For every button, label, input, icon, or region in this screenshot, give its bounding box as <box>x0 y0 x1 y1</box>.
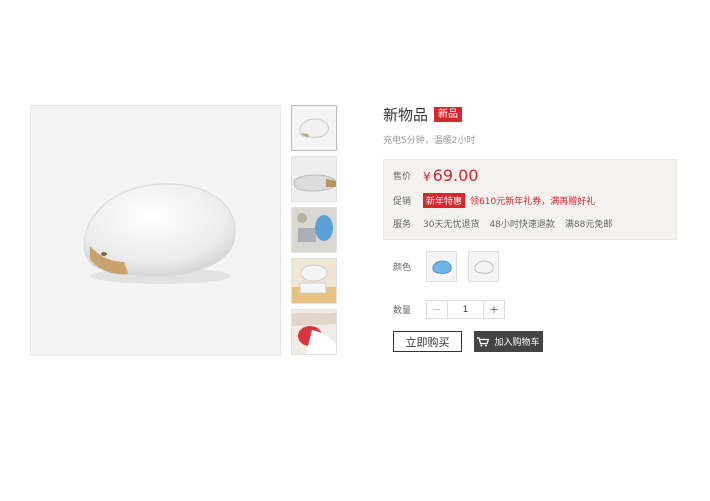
promo-label: 促销 <box>393 197 412 207</box>
hand-warmer-image <box>83 182 236 284</box>
service-item: 满88元免邮 <box>564 220 613 230</box>
price-value: ¥69.00 <box>423 166 478 185</box>
cart-icon <box>477 336 490 346</box>
buy-now-button[interactable]: 立即购买 <box>393 331 462 352</box>
promo-tag: 新年特惠 <box>423 193 466 208</box>
service-label: 服务 <box>393 220 412 230</box>
currency-symbol: ¥ <box>423 170 431 184</box>
product-title: 新物品 <box>383 106 429 124</box>
product-subtitle: 充电5分钟，温暖2小时 <box>383 136 476 146</box>
service-item: 48小时快速退款 <box>489 220 555 230</box>
color-row: 颜色 <box>383 251 677 282</box>
add-to-cart-button[interactable]: 加入购物车 <box>474 331 543 352</box>
service-item: 30天无忧退货 <box>423 220 480 230</box>
thumbnail-2[interactable] <box>291 156 337 202</box>
color-swatch-blue[interactable] <box>426 251 457 282</box>
action-buttons: 立即购买 加入购物车 <box>383 331 677 352</box>
new-badge: 新品 <box>434 107 463 122</box>
thumbnail-1[interactable] <box>291 105 337 151</box>
thumbnail-3[interactable] <box>291 207 337 253</box>
color-swatch-white[interactable] <box>468 251 499 282</box>
thumbnail-4[interactable] <box>291 258 337 304</box>
thumbnail-5[interactable] <box>291 309 337 355</box>
quantity-input[interactable] <box>448 301 483 318</box>
thumbnail-list <box>291 105 338 360</box>
decrease-button[interactable]: − <box>427 301 448 318</box>
service-row: 服务 30天无忧退货 48小时快速退款 满88元免邮 <box>393 217 667 230</box>
title-row: 新物品 新品 <box>383 104 677 125</box>
price-row: 售价 ¥69.00 <box>393 166 667 185</box>
add-to-cart-label: 加入购物车 <box>494 338 540 348</box>
quantity-row: 数量 − + <box>383 300 677 319</box>
product-info: 新物品 新品 充电5分钟，温暖2小时 售价 ¥69.00 促销 新年特惠 领61… <box>383 104 677 352</box>
promo-text[interactable]: 领610元新年礼券，满再赠好礼 <box>470 194 595 207</box>
price-panel: 售价 ¥69.00 促销 新年特惠 领610元新年礼券，满再赠好礼 服务 30天… <box>383 159 677 240</box>
quantity-stepper: − + <box>426 300 505 319</box>
price-label: 售价 <box>393 172 412 182</box>
price-amount: 69.00 <box>432 166 479 185</box>
main-product-image <box>30 105 281 356</box>
color-label: 颜色 <box>393 263 412 273</box>
promo-row: 促销 新年特惠 领610元新年礼券，满再赠好礼 <box>393 193 667 208</box>
quantity-label: 数量 <box>393 306 412 316</box>
increase-button[interactable]: + <box>483 301 504 318</box>
